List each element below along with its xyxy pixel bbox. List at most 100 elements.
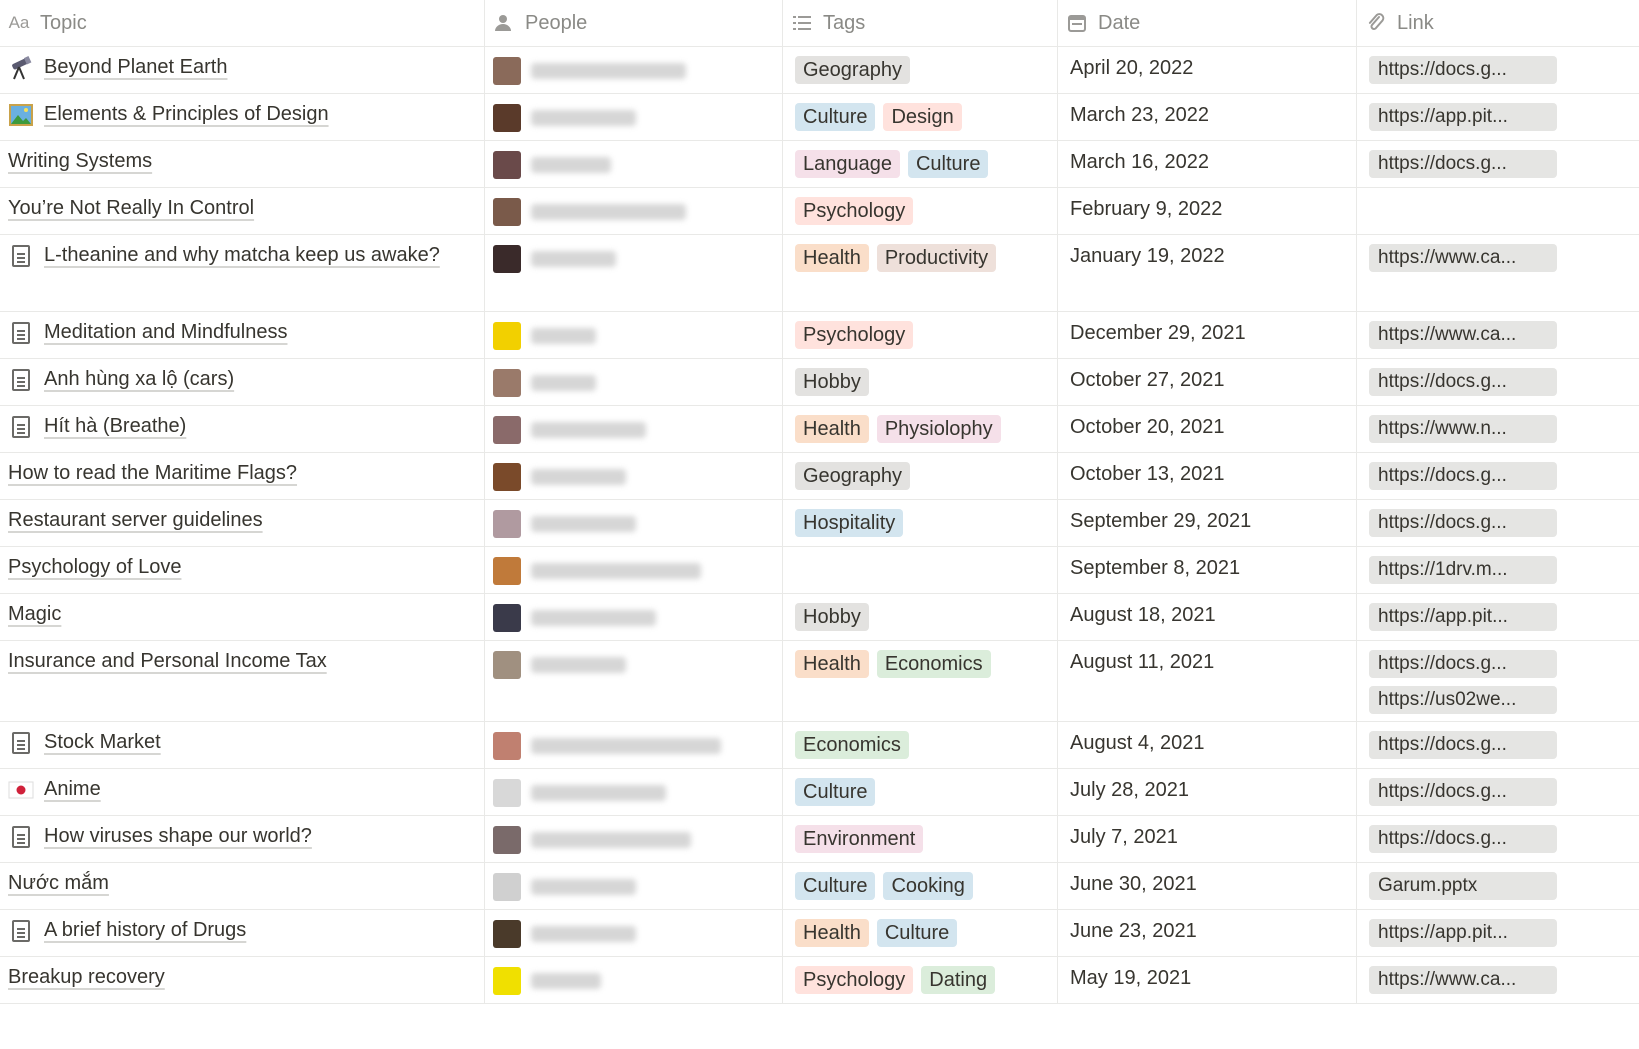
tags-cell[interactable]: Language Culture xyxy=(783,141,1058,187)
topic-cell[interactable]: Stock Market xyxy=(0,722,485,768)
link-cell[interactable]: Garum.pptx xyxy=(1357,863,1639,909)
tags-cell[interactable]: Health Culture xyxy=(783,910,1058,956)
link-chip[interactable]: https://docs.g... xyxy=(1369,462,1557,490)
person-chip[interactable] xyxy=(493,461,774,492)
topic-cell[interactable]: Nước mắm xyxy=(0,863,485,909)
date-cell[interactable]: August 4, 2021 xyxy=(1058,722,1357,768)
link-cell[interactable]: https://app.pit... xyxy=(1357,910,1639,956)
link-chip[interactable]: https://docs.g... xyxy=(1369,368,1557,396)
topic-title[interactable]: How to read the Maritime Flags? xyxy=(8,458,476,489)
topic-cell[interactable]: A brief history of Drugs xyxy=(0,910,485,956)
tags-cell[interactable] xyxy=(783,547,1058,593)
person-chip[interactable] xyxy=(493,918,774,949)
people-cell[interactable] xyxy=(485,957,783,1003)
person-chip[interactable] xyxy=(493,871,774,902)
people-cell[interactable] xyxy=(485,188,783,234)
topic-cell[interactable]: How to read the Maritime Flags? xyxy=(0,453,485,499)
date-cell[interactable]: January 19, 2022 xyxy=(1058,235,1357,311)
people-cell[interactable] xyxy=(485,500,783,546)
tags-cell[interactable]: Environment xyxy=(783,816,1058,862)
tags-cell[interactable]: Culture Cooking xyxy=(783,863,1058,909)
people-cell[interactable] xyxy=(485,141,783,187)
topic-cell[interactable]: Hít hà (Breathe) xyxy=(0,406,485,452)
date-cell[interactable]: October 27, 2021 xyxy=(1058,359,1357,405)
people-cell[interactable] xyxy=(485,816,783,862)
link-chip[interactable]: https://docs.g... xyxy=(1369,150,1557,178)
people-cell[interactable] xyxy=(485,769,783,815)
topic-title[interactable]: Meditation and Mindfulness xyxy=(8,317,476,348)
person-chip[interactable] xyxy=(493,55,774,86)
person-chip[interactable] xyxy=(493,555,774,586)
link-cell[interactable]: https://app.pit... xyxy=(1357,94,1639,140)
people-cell[interactable] xyxy=(485,863,783,909)
link-cell[interactable]: https://docs.g... https://us02we... xyxy=(1357,641,1639,721)
link-chip[interactable]: https://docs.g... xyxy=(1369,650,1557,678)
person-chip[interactable] xyxy=(493,196,774,227)
link-cell[interactable]: https://www.ca... xyxy=(1357,235,1639,311)
link-chip[interactable]: https://app.pit... xyxy=(1369,103,1557,131)
tags-cell[interactable]: Health Economics xyxy=(783,641,1058,721)
link-chip[interactable]: https://1drv.m... xyxy=(1369,556,1557,584)
date-cell[interactable]: July 28, 2021 xyxy=(1058,769,1357,815)
column-header-date[interactable]: Date xyxy=(1058,0,1357,46)
link-cell[interactable]: https://1drv.m... xyxy=(1357,547,1639,593)
link-chip[interactable]: https://docs.g... xyxy=(1369,825,1557,853)
link-cell[interactable]: https://app.pit... xyxy=(1357,594,1639,640)
link-chip[interactable]: https://us02we... xyxy=(1369,686,1557,714)
link-chip[interactable]: https://docs.g... xyxy=(1369,731,1557,759)
people-cell[interactable] xyxy=(485,359,783,405)
topic-cell[interactable]: Magic xyxy=(0,594,485,640)
people-cell[interactable] xyxy=(485,406,783,452)
link-cell[interactable]: https://docs.g... xyxy=(1357,500,1639,546)
link-chip[interactable]: Garum.pptx xyxy=(1369,872,1557,900)
topic-cell[interactable]: Breakup recovery xyxy=(0,957,485,1003)
link-cell[interactable]: https://docs.g... xyxy=(1357,359,1639,405)
tags-cell[interactable]: Psychology xyxy=(783,188,1058,234)
topic-title[interactable]: A brief history of Drugs xyxy=(8,915,476,946)
tags-cell[interactable]: Culture xyxy=(783,769,1058,815)
tags-cell[interactable]: Psychology xyxy=(783,312,1058,358)
tags-cell[interactable]: Hobby xyxy=(783,594,1058,640)
topic-cell[interactable]: L-theanine and why matcha keep us awake? xyxy=(0,235,485,311)
link-cell[interactable] xyxy=(1357,188,1639,234)
people-cell[interactable] xyxy=(485,235,783,311)
date-cell[interactable]: August 18, 2021 xyxy=(1058,594,1357,640)
people-cell[interactable] xyxy=(485,47,783,93)
date-cell[interactable]: October 20, 2021 xyxy=(1058,406,1357,452)
person-chip[interactable] xyxy=(493,102,774,133)
link-cell[interactable]: https://docs.g... xyxy=(1357,47,1639,93)
date-cell[interactable]: June 30, 2021 xyxy=(1058,863,1357,909)
person-chip[interactable] xyxy=(493,508,774,539)
tags-cell[interactable]: Culture Design xyxy=(783,94,1058,140)
topic-title[interactable]: You’re Not Really In Control xyxy=(8,193,476,224)
tags-cell[interactable]: Hobby xyxy=(783,359,1058,405)
topic-cell[interactable]: Restaurant server guidelines xyxy=(0,500,485,546)
topic-title[interactable]: Anime xyxy=(8,774,476,805)
tags-cell[interactable]: Geography xyxy=(783,453,1058,499)
tags-cell[interactable]: Hospitality xyxy=(783,500,1058,546)
date-cell[interactable]: March 16, 2022 xyxy=(1058,141,1357,187)
link-cell[interactable]: https://docs.g... xyxy=(1357,769,1639,815)
topic-cell[interactable]: Psychology of Love xyxy=(0,547,485,593)
column-header-link[interactable]: Link xyxy=(1357,0,1639,46)
people-cell[interactable] xyxy=(485,641,783,721)
person-chip[interactable] xyxy=(493,649,774,680)
topic-title[interactable]: Hít hà (Breathe) xyxy=(8,411,476,442)
topic-title[interactable]: Anh hùng xa lộ (cars) xyxy=(8,364,476,395)
topic-title[interactable]: Magic xyxy=(8,599,476,630)
person-chip[interactable] xyxy=(493,965,774,996)
date-cell[interactable]: August 11, 2021 xyxy=(1058,641,1357,721)
date-cell[interactable]: June 23, 2021 xyxy=(1058,910,1357,956)
link-cell[interactable]: https://www.n... xyxy=(1357,406,1639,452)
date-cell[interactable]: March 23, 2022 xyxy=(1058,94,1357,140)
person-chip[interactable] xyxy=(493,730,774,761)
tags-cell[interactable]: Psychology Dating xyxy=(783,957,1058,1003)
person-chip[interactable] xyxy=(493,367,774,398)
topic-title[interactable]: Beyond Planet Earth xyxy=(8,52,476,83)
link-chip[interactable]: https://www.ca... xyxy=(1369,321,1557,349)
people-cell[interactable] xyxy=(485,910,783,956)
people-cell[interactable] xyxy=(485,722,783,768)
topic-cell[interactable]: Elements & Principles of Design xyxy=(0,94,485,140)
link-cell[interactable]: https://docs.g... xyxy=(1357,722,1639,768)
topic-cell[interactable]: Anh hùng xa lộ (cars) xyxy=(0,359,485,405)
